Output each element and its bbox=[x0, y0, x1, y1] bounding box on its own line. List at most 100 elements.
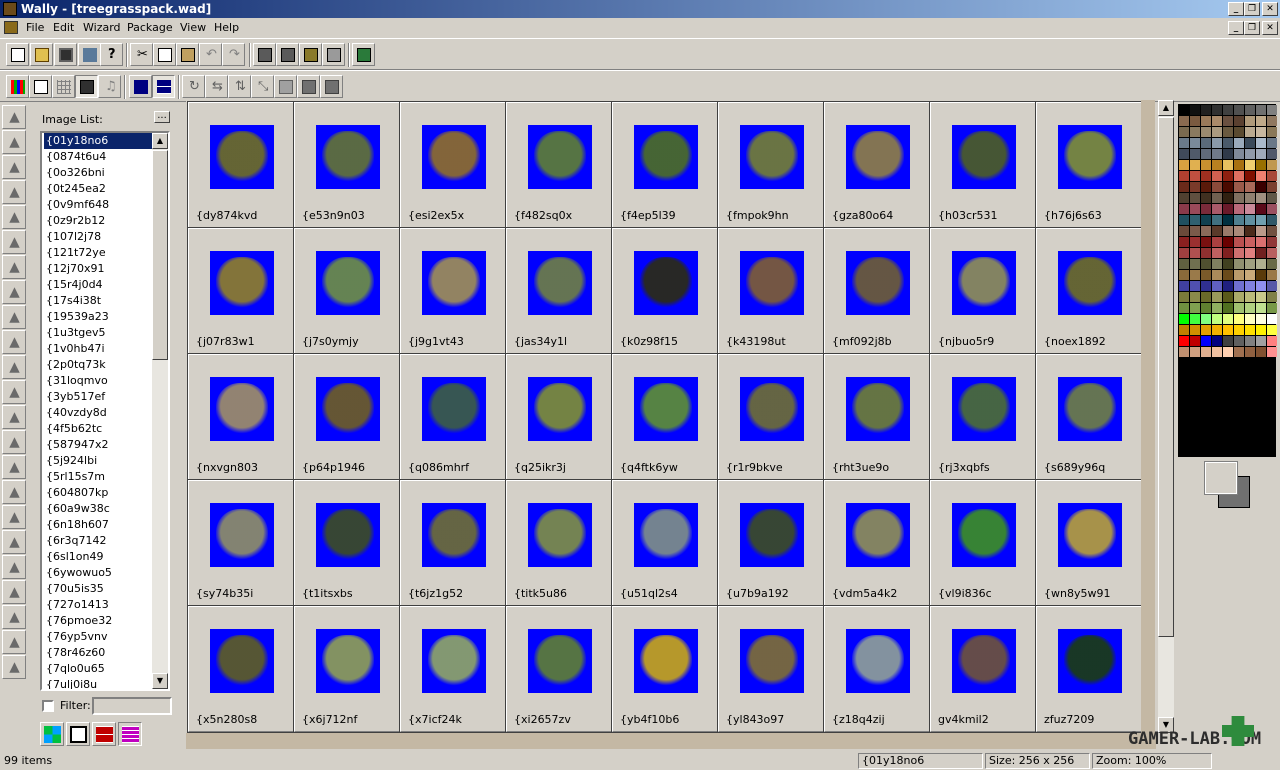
palette-swatch[interactable] bbox=[1267, 303, 1277, 313]
list-item[interactable]: {15r4j0d4 bbox=[44, 277, 154, 293]
palette-swatch[interactable] bbox=[1223, 270, 1233, 280]
palette-swatch[interactable] bbox=[1190, 116, 1200, 126]
palette-swatch[interactable] bbox=[1223, 336, 1233, 346]
palette-swatch[interactable] bbox=[1212, 226, 1222, 236]
restore-button[interactable]: ❐ bbox=[1244, 2, 1260, 16]
palette-swatch[interactable] bbox=[1234, 204, 1244, 214]
palette-swatch[interactable] bbox=[1256, 182, 1266, 192]
palette-swatch[interactable] bbox=[1201, 204, 1211, 214]
palette-swatch[interactable] bbox=[1267, 116, 1277, 126]
palette-swatch[interactable] bbox=[1201, 138, 1211, 148]
thumbnail-cell[interactable]: {q086mhrf bbox=[399, 353, 507, 481]
palette-swatch[interactable] bbox=[1267, 127, 1277, 137]
thumbnail-cell[interactable]: {e53n9n03 bbox=[293, 101, 401, 229]
menu-wizard[interactable]: Wizard bbox=[83, 21, 121, 34]
palette-swatch[interactable] bbox=[1190, 149, 1200, 159]
scroll-thumb[interactable] bbox=[1158, 117, 1174, 637]
palette-swatch[interactable] bbox=[1190, 215, 1200, 225]
palette-swatch[interactable] bbox=[1201, 127, 1211, 137]
thumbnail-cell[interactable]: {x6j712nf bbox=[293, 605, 401, 733]
scroll-up-arrow[interactable]: ▲ bbox=[152, 133, 168, 149]
palette-swatch[interactable] bbox=[1212, 248, 1222, 258]
palette-swatch[interactable] bbox=[1201, 171, 1211, 181]
smudge-tool[interactable] bbox=[2, 330, 26, 354]
palette-swatch[interactable] bbox=[1201, 105, 1211, 115]
rivet-tool[interactable] bbox=[2, 630, 26, 654]
palette-swatch[interactable] bbox=[1267, 270, 1277, 280]
palette-swatch[interactable] bbox=[1234, 336, 1244, 346]
flip-horizontal-button[interactable]: ⇆ bbox=[205, 75, 228, 98]
menu-package[interactable]: Package bbox=[127, 21, 173, 34]
palette-swatch[interactable] bbox=[1223, 259, 1233, 269]
palette-swatch[interactable] bbox=[1201, 259, 1211, 269]
palette-swatch[interactable] bbox=[1234, 116, 1244, 126]
palette-swatch[interactable] bbox=[1190, 105, 1200, 115]
palette-grid-button[interactable] bbox=[40, 722, 64, 746]
palette-swatch[interactable] bbox=[1212, 303, 1222, 313]
list-item[interactable]: {3yb517ef bbox=[44, 389, 154, 405]
thumbnail-cell[interactable]: {fmpok9hn bbox=[717, 101, 825, 229]
palette-swatch[interactable] bbox=[1179, 193, 1189, 203]
menu-view[interactable]: View bbox=[180, 21, 206, 34]
list-item[interactable]: {1v0hb47i bbox=[44, 341, 154, 357]
thumbnail-cell[interactable]: {k43198ut bbox=[717, 227, 825, 355]
thumbnail-cell[interactable]: {s689y96q bbox=[1035, 353, 1141, 481]
palette-swatch[interactable] bbox=[1201, 347, 1211, 357]
palette-swatch[interactable] bbox=[1245, 248, 1255, 258]
palette-swatch[interactable] bbox=[1234, 248, 1244, 258]
thumbnail-cell[interactable]: {vl9i836c bbox=[929, 479, 1037, 607]
lighten-tool[interactable] bbox=[2, 405, 26, 429]
selection-tool[interactable] bbox=[2, 130, 26, 154]
palette-swatch[interactable] bbox=[1179, 127, 1189, 137]
palette-swatch[interactable] bbox=[1179, 182, 1189, 192]
palette-swatch[interactable] bbox=[1267, 226, 1277, 236]
list-item[interactable]: {1u3tgev5 bbox=[44, 325, 154, 341]
palette-swatch[interactable] bbox=[1223, 138, 1233, 148]
palette-swatch[interactable] bbox=[1245, 149, 1255, 159]
thumbnail-cell[interactable]: {u51ql2s4 bbox=[611, 479, 719, 607]
scroll-up-arrow[interactable]: ▲ bbox=[1158, 100, 1174, 116]
palette-swatch[interactable] bbox=[1267, 160, 1277, 170]
palette-swatch[interactable] bbox=[1190, 325, 1200, 335]
thumbnail-view-button[interactable] bbox=[75, 75, 98, 98]
palette-swatch[interactable] bbox=[1256, 347, 1266, 357]
palette-swatch[interactable] bbox=[1190, 270, 1200, 280]
palette-swatch[interactable] bbox=[1267, 314, 1277, 324]
palette-swatch[interactable] bbox=[1256, 281, 1266, 291]
paste-button[interactable] bbox=[176, 43, 199, 66]
list-item[interactable]: {19539a23 bbox=[44, 309, 154, 325]
palette-swatch[interactable] bbox=[1179, 149, 1189, 159]
palette-swatch[interactable] bbox=[1212, 325, 1222, 335]
palette-swatch[interactable] bbox=[1267, 182, 1277, 192]
package-import-button[interactable] bbox=[299, 43, 322, 66]
palette-swatch[interactable] bbox=[1256, 105, 1266, 115]
palette-swatch[interactable] bbox=[1256, 149, 1266, 159]
thumbnail-cell[interactable]: {yb4f10b6 bbox=[611, 605, 719, 733]
palette-swatch[interactable] bbox=[1201, 270, 1211, 280]
thumbnail-cell[interactable]: {h76j6s63 bbox=[1035, 101, 1141, 229]
thumbnail-cell[interactable]: {k0z98f15 bbox=[611, 227, 719, 355]
palette-swatch[interactable] bbox=[1245, 270, 1255, 280]
palette-swatch[interactable] bbox=[1245, 215, 1255, 225]
palette-swatch[interactable] bbox=[1245, 325, 1255, 335]
palette-swatch[interactable] bbox=[1256, 215, 1266, 225]
save-button[interactable] bbox=[54, 43, 77, 66]
palette-swatch[interactable] bbox=[1190, 336, 1200, 346]
palette-swatch[interactable] bbox=[1256, 226, 1266, 236]
palette-swatch[interactable] bbox=[1179, 215, 1189, 225]
blend-tool[interactable] bbox=[2, 455, 26, 479]
grid-scrollbar[interactable]: ▲ ▼ bbox=[1158, 100, 1174, 733]
palette-swatch[interactable] bbox=[1201, 149, 1211, 159]
palette-swatch[interactable] bbox=[1267, 237, 1277, 247]
copy-button[interactable] bbox=[153, 43, 176, 66]
list-item[interactable]: {6sl1on49 bbox=[44, 549, 154, 565]
palette-swatch[interactable] bbox=[1256, 160, 1266, 170]
palette-swatch[interactable] bbox=[1267, 336, 1277, 346]
palette-swatch[interactable] bbox=[1256, 248, 1266, 258]
list-item[interactable]: {12j70x91 bbox=[44, 261, 154, 277]
palette-swatch[interactable] bbox=[1179, 325, 1189, 335]
palette-swatch[interactable] bbox=[1179, 226, 1189, 236]
palette-swatch[interactable] bbox=[1267, 138, 1277, 148]
palette-swatch[interactable] bbox=[1256, 193, 1266, 203]
palette-swatch[interactable] bbox=[1190, 347, 1200, 357]
